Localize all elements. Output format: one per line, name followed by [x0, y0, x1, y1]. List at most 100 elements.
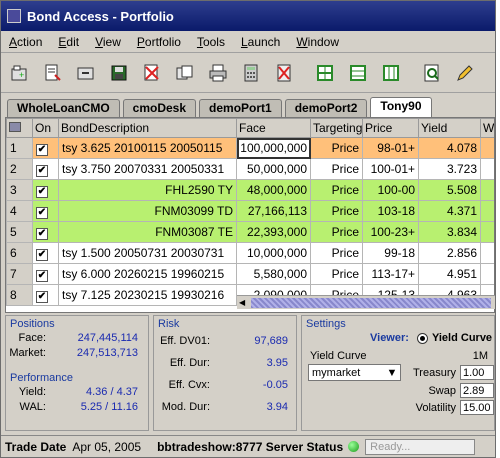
- trade-date-value: Apr 05, 2005: [72, 439, 142, 454]
- swap-label: Swap: [428, 384, 456, 397]
- col-header-on[interactable]: On: [32, 118, 59, 138]
- on-checkbox[interactable]: ✔: [32, 179, 59, 201]
- tab-cmodesk[interactable]: cmoDesk: [122, 99, 197, 117]
- horizontal-scrollbar[interactable]: ◀: [237, 295, 495, 309]
- yield-curve-select[interactable]: mymarket ▼: [308, 364, 402, 381]
- targeting-cell: Price: [310, 263, 363, 285]
- wal-label: WAL:: [19, 400, 47, 413]
- menu-action[interactable]: Action: [1, 35, 50, 49]
- yield-value: 4.36 / 4.37: [86, 385, 138, 398]
- scroll-left-icon[interactable]: ◀: [239, 298, 249, 308]
- yield-curve-option[interactable]: Yield Curve: [432, 332, 492, 344]
- volatility-label: Volatility: [415, 401, 456, 414]
- yield-curve-radio[interactable]: [416, 332, 428, 344]
- settings-panel: Settings Viewer: Yield Curve Yield Curve…: [301, 315, 495, 431]
- table-row[interactable]: 7 ✔ tsy 6.000 20260215 19960215 5,580,00…: [6, 263, 494, 285]
- on-checkbox[interactable]: ✔: [32, 200, 59, 222]
- print-icon[interactable]: [205, 60, 231, 86]
- clear-icon[interactable]: [271, 60, 297, 86]
- table-row[interactable]: 4 ✔ FNM03099 TD 27,166,113 Price 103-18 …: [6, 200, 494, 222]
- new-portfolio-icon[interactable]: +: [7, 60, 33, 86]
- eff-cvx-label: Eff. Cvx:: [168, 379, 210, 391]
- row-number: 1: [6, 137, 33, 159]
- select-all-icon[interactable]: [6, 118, 33, 138]
- menu-bar: Action Edit View Portfolio Tools Launch …: [1, 31, 495, 53]
- menu-portfolio[interactable]: Portfolio: [129, 35, 189, 49]
- yield-cell: 4.078: [418, 137, 481, 159]
- trade-date-label: Trade Date: [5, 439, 67, 454]
- tab-tony90[interactable]: Tony90: [370, 97, 432, 117]
- risk-title: Risk: [158, 318, 180, 330]
- row-number: 5: [6, 221, 33, 243]
- menu-tools[interactable]: Tools: [189, 35, 233, 49]
- on-checkbox[interactable]: ✔: [32, 137, 59, 159]
- server-status-icon: [348, 441, 360, 452]
- table-row[interactable]: 3 ✔ FHL2590 TY 48,000,000 Price 100-00 5…: [6, 179, 494, 201]
- menu-window[interactable]: Window: [288, 35, 347, 49]
- tab-demoport2[interactable]: demoPort2: [284, 99, 368, 117]
- row-number: 3: [6, 179, 33, 201]
- col-header-price[interactable]: Price: [362, 118, 419, 138]
- analyze-icon[interactable]: [419, 60, 445, 86]
- face-cell: 10,000,000: [236, 242, 311, 264]
- on-checkbox[interactable]: ✔: [32, 221, 59, 243]
- table-row[interactable]: 5 ✔ FNM03087 TE 22,393,000 Price 100-23+…: [6, 221, 494, 243]
- yield-curve-select-value: mymarket: [312, 366, 361, 379]
- swap-input[interactable]: [460, 383, 494, 398]
- w-cell: [480, 200, 494, 222]
- copy-icon[interactable]: [172, 60, 198, 86]
- grid-icon[interactable]: [312, 60, 338, 86]
- edit-document-icon[interactable]: [40, 60, 66, 86]
- yield-cell: 3.834: [418, 221, 481, 243]
- targeting-cell: Price: [310, 242, 363, 264]
- tab-demoport1[interactable]: demoPort1: [199, 99, 282, 117]
- save-icon[interactable]: [106, 60, 132, 86]
- price-cell: 113-17+: [362, 263, 419, 285]
- dv01-label: Eff. DV01:: [160, 335, 210, 347]
- on-checkbox[interactable]: ✔: [32, 284, 59, 306]
- volatility-input[interactable]: [460, 400, 494, 415]
- tab-wholeloancmo[interactable]: WholeLoanCMO: [7, 99, 120, 117]
- on-checkbox[interactable]: ✔: [32, 242, 59, 264]
- col-header-w[interactable]: W: [480, 118, 494, 138]
- col-header-yield[interactable]: Yield: [418, 118, 481, 138]
- col-header-face[interactable]: Face: [236, 118, 311, 138]
- price-cell: 100-00: [362, 179, 419, 201]
- table-row[interactable]: 6 ✔ tsy 1.500 20050731 20030731 10,000,0…: [6, 242, 494, 264]
- w-cell: [480, 158, 494, 180]
- col-header-bond-description[interactable]: BondDescription: [58, 118, 237, 138]
- col-header-targeting[interactable]: Targeting: [310, 118, 363, 138]
- menu-edit[interactable]: Edit: [50, 35, 87, 49]
- yield-label: Yield:: [18, 385, 46, 398]
- on-checkbox[interactable]: ✔: [32, 158, 59, 180]
- status-bar: Trade Date Apr 05, 2005 bbtradeshow:8777…: [1, 435, 495, 457]
- bond-description: FNM03099 TD: [58, 200, 237, 222]
- col-1m-label: 1M: [472, 350, 488, 362]
- targeting-cell: Price: [310, 137, 363, 159]
- row-number: 7: [6, 263, 33, 285]
- mod-dur-value: 3.94: [266, 401, 288, 413]
- scrollbar-thumb[interactable]: [251, 298, 491, 308]
- row-number: 6: [6, 242, 33, 264]
- calculator-icon[interactable]: [238, 60, 264, 86]
- remove-icon[interactable]: [73, 60, 99, 86]
- w-cell: [480, 242, 494, 264]
- grid-icon[interactable]: [378, 60, 404, 86]
- on-checkbox[interactable]: ✔: [32, 263, 59, 285]
- targeting-cell: Price: [310, 179, 363, 201]
- pencil-icon[interactable]: [452, 60, 478, 86]
- menu-launch[interactable]: Launch: [233, 35, 288, 49]
- bond-description: tsy 1.500 20050731 20030731: [58, 242, 237, 264]
- table-row[interactable]: 2 ✔ tsy 3.750 20070331 20050331 50,000,0…: [6, 158, 494, 180]
- grid-icon[interactable]: [345, 60, 371, 86]
- bond-description: tsy 3.625 20100115 20050115: [58, 137, 237, 159]
- risk-panel: Risk Eff. DV01: 97,689 Eff. Dur: 3.95 Eff.…: [153, 315, 297, 431]
- price-cell: 100-23+: [362, 221, 419, 243]
- treasury-input[interactable]: [460, 365, 494, 380]
- table-row[interactable]: 1 ✔ tsy 3.625 20100115 20050115 100,000,…: [6, 137, 494, 159]
- title-bar[interactable]: Bond Access - Portfolio: [1, 1, 495, 31]
- delete-document-icon[interactable]: [139, 60, 165, 86]
- menu-view[interactable]: View: [87, 35, 129, 49]
- eff-dur-label: Eff. Dur:: [169, 357, 210, 369]
- face-input[interactable]: 100,000,000: [236, 137, 311, 159]
